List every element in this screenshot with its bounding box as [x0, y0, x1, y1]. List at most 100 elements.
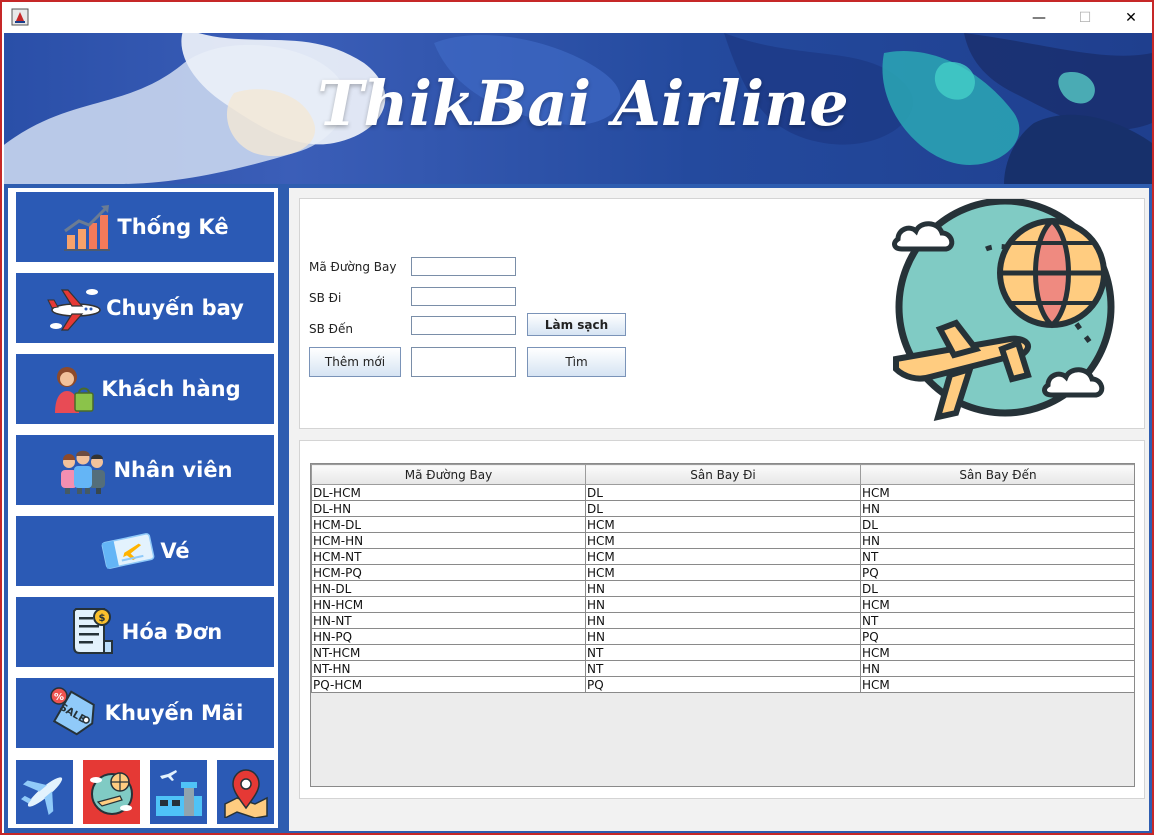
departure-cell[interactable]: HCM — [585, 516, 861, 533]
departure-airport-label: SB Đi — [309, 291, 342, 305]
route-code-cell[interactable]: HN-NT — [311, 612, 586, 629]
customer-shopping-icon — [55, 367, 95, 413]
departure-cell[interactable]: HN — [585, 628, 861, 645]
search-input[interactable] — [411, 347, 516, 377]
table-row[interactable]: PQ-HCM PQ HCM — [311, 676, 1134, 693]
departure-airport-input[interactable] — [411, 287, 516, 306]
route-code-cell[interactable]: DL-HN — [311, 500, 586, 517]
arrival-cell[interactable]: NT — [860, 548, 1134, 565]
arrival-cell[interactable]: DL — [860, 516, 1134, 533]
routes-table-viewport: Mã Đường Bay Sân Bay Đi Sân Bay Đến DL-H… — [310, 463, 1135, 787]
departure-cell[interactable]: HCM — [585, 564, 861, 581]
arrival-cell[interactable]: HCM — [860, 484, 1134, 501]
arrival-cell[interactable]: HCM — [860, 644, 1134, 661]
route-code-cell[interactable]: HCM-PQ — [311, 564, 586, 581]
sidebar: Thống Kê Chuyến bay Khách hàng Nhân viên… — [8, 188, 278, 828]
ticket-icon — [101, 533, 155, 569]
departure-cell[interactable]: DL — [585, 500, 861, 517]
sidebar-item-tickets[interactable]: Vé — [16, 516, 274, 586]
departure-cell[interactable]: HN — [585, 580, 861, 597]
arrival-airport-input[interactable] — [411, 316, 516, 335]
world-route-tile-button[interactable] — [83, 760, 140, 824]
route-code-cell[interactable]: HN-HCM — [311, 596, 586, 613]
departure-cell[interactable]: NT — [585, 644, 861, 661]
sidebar-item-customers[interactable]: Khách hàng — [16, 354, 274, 424]
route-code-input[interactable] — [411, 257, 516, 276]
sidebar-item-invoices[interactable]: $ Hóa Đơn — [16, 597, 274, 667]
arrival-cell[interactable]: NT — [860, 612, 1134, 629]
arrival-cell[interactable]: HCM — [860, 676, 1134, 693]
java-app-icon — [11, 8, 29, 26]
table-row[interactable]: HN-DL HN DL — [311, 580, 1134, 597]
arrival-cell[interactable]: PQ — [860, 628, 1134, 645]
table-row[interactable]: HCM-NT HCM NT — [311, 548, 1134, 565]
route-code-cell[interactable]: NT-HN — [311, 660, 586, 677]
add-new-button[interactable]: Thêm mới — [309, 347, 401, 377]
sidebar-item-flights[interactable]: Chuyến bay — [16, 273, 274, 343]
departure-cell[interactable]: PQ — [585, 676, 861, 693]
routes-table-panel: Mã Đường Bay Sân Bay Đi Sân Bay Đến DL-H… — [299, 440, 1145, 799]
departure-cell[interactable]: HCM — [585, 532, 861, 549]
map-pin-tile-button[interactable] — [217, 760, 274, 824]
table-row[interactable]: HN-PQ HN PQ — [311, 628, 1134, 645]
sidebar-item-promotions[interactable]: SALE % Khuyến Mãi — [16, 678, 274, 748]
clear-button[interactable]: Làm sạch — [527, 313, 626, 336]
sidebar-item-statistics[interactable]: Thống Kê — [16, 192, 274, 262]
airport-tile-icon — [155, 770, 202, 816]
departure-cell[interactable]: HCM — [585, 548, 861, 565]
globe-flight-icon — [892, 199, 1115, 422]
route-code-cell[interactable]: HCM-HN — [311, 532, 586, 549]
routes-table: Mã Đường Bay Sân Bay Đi Sân Bay Đến DL-H… — [311, 464, 1134, 693]
bar-chart-icon — [64, 205, 111, 251]
route-code-cell[interactable]: NT-HCM — [311, 644, 586, 661]
departure-cell[interactable]: NT — [585, 660, 861, 677]
arrival-cell[interactable]: DL — [860, 580, 1134, 597]
world-route-tile-icon — [89, 772, 133, 815]
column-header-route-code[interactable]: Mã Đường Bay — [311, 464, 586, 485]
arrival-cell[interactable]: PQ — [860, 564, 1134, 581]
sidebar-item-label: Khuyến Mãi — [104, 701, 244, 725]
arrival-cell[interactable]: HN — [860, 660, 1134, 677]
route-code-cell[interactable]: HCM-NT — [311, 548, 586, 565]
plane-tile-button[interactable] — [16, 760, 73, 824]
sidebar-item-staff[interactable]: Nhân viên — [16, 435, 274, 505]
table-row[interactable]: NT-HN NT HN — [311, 660, 1134, 677]
table-row[interactable]: DL-HN DL HN — [311, 500, 1134, 517]
departure-cell[interactable]: HN — [585, 596, 861, 613]
route-code-cell[interactable]: PQ-HCM — [311, 676, 586, 693]
arrival-cell[interactable]: HN — [860, 532, 1134, 549]
route-code-label: Mã Đường Bay — [309, 260, 397, 274]
route-code-cell[interactable]: HCM-DL — [311, 516, 586, 533]
table-row[interactable]: DL-HCM DL HCM — [311, 484, 1134, 501]
table-row[interactable]: HCM-DL HCM DL — [311, 516, 1134, 533]
departure-cell[interactable]: HN — [585, 612, 861, 629]
sidebar-item-label: Khách hàng — [101, 377, 241, 401]
route-code-cell[interactable]: HN-DL — [311, 580, 586, 597]
main-content: Mã Đường Bay SB Đi SB Đến Làm sạch Thêm … — [289, 188, 1149, 831]
app-title: ThikBai Airline — [317, 67, 849, 140]
route-code-cell[interactable]: HN-PQ — [311, 628, 586, 645]
table-row[interactable]: HCM-PQ HCM PQ — [311, 564, 1134, 581]
plane-tile-icon — [20, 777, 62, 816]
table-header-row: Mã Đường Bay Sân Bay Đi Sân Bay Đến — [311, 464, 1134, 485]
sidebar-item-label: Thống Kê — [117, 215, 229, 239]
arrival-cell[interactable]: HN — [860, 500, 1134, 517]
close-button[interactable]: ✕ — [1108, 2, 1152, 33]
search-button[interactable]: Tìm — [527, 347, 626, 377]
table-row[interactable]: HCM-HN HCM HN — [311, 532, 1134, 549]
departure-cell[interactable]: DL — [585, 484, 861, 501]
arrival-airport-label: SB Đến — [309, 322, 353, 336]
route-code-cell[interactable]: DL-HCM — [311, 484, 586, 501]
column-header-departure-airport[interactable]: Sân Bay Đi — [585, 464, 861, 485]
table-row[interactable]: HN-HCM HN HCM — [311, 596, 1134, 613]
airport-tile-button[interactable] — [150, 760, 207, 824]
table-row[interactable]: NT-HCM NT HCM — [311, 644, 1134, 661]
table-row[interactable]: HN-NT HN NT — [311, 612, 1134, 629]
maximize-button[interactable]: ☐ — [1062, 2, 1108, 33]
column-header-arrival-airport[interactable]: Sân Bay Đến — [860, 464, 1134, 485]
sidebar-item-label: Vé — [160, 539, 190, 563]
sale-tag-icon: SALE % — [49, 687, 95, 736]
sidebar-item-label: Chuyến bay — [106, 296, 244, 320]
arrival-cell[interactable]: HCM — [860, 596, 1134, 613]
minimize-button[interactable]: — — [1016, 2, 1062, 33]
